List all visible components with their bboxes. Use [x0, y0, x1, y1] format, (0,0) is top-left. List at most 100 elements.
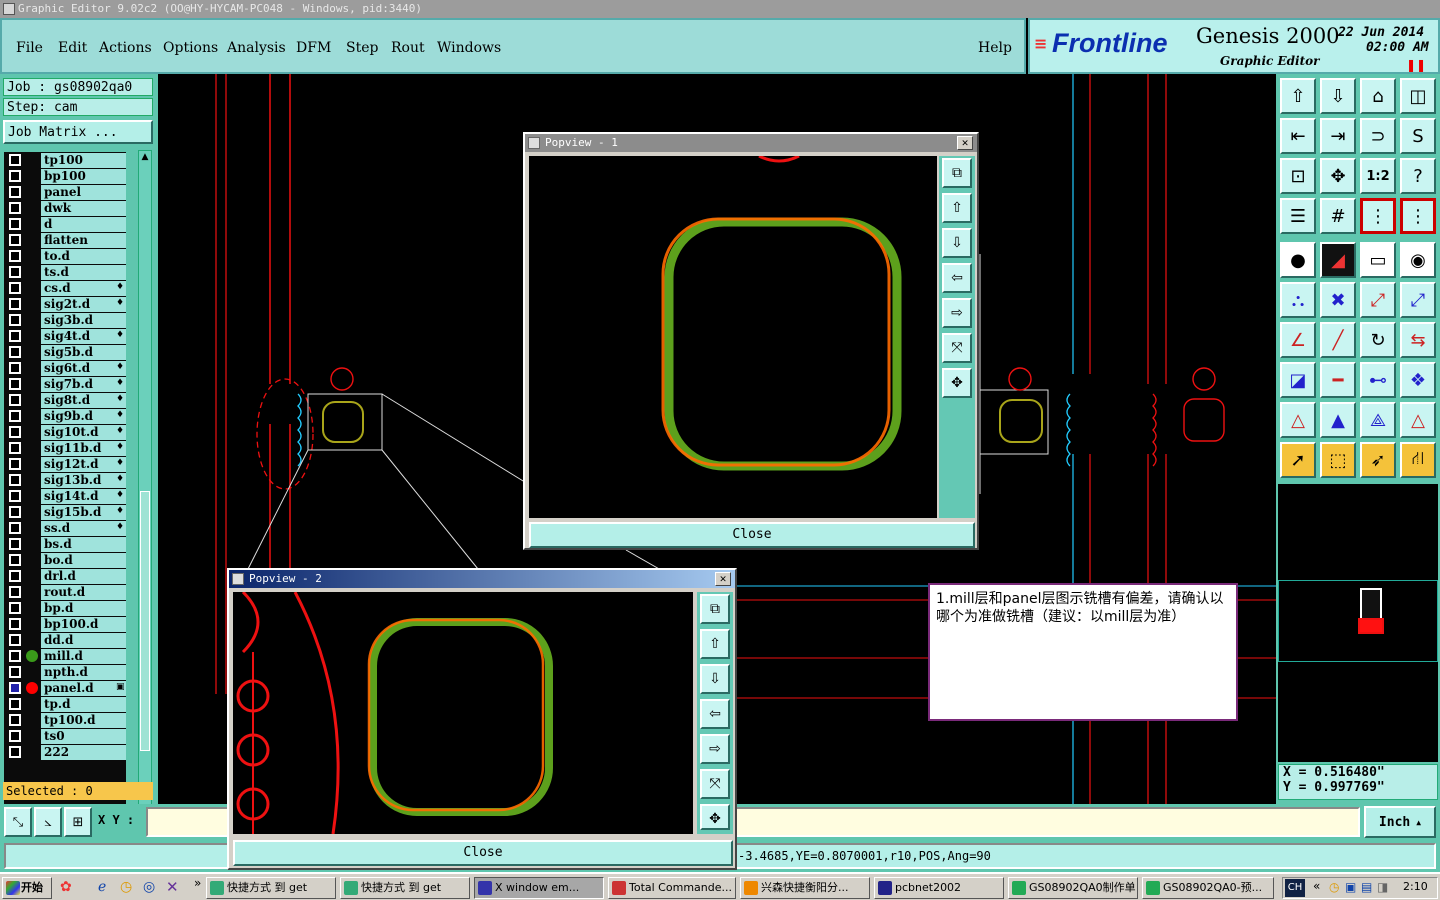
draw-line-icon[interactable]: ╱ [1320, 322, 1356, 358]
layer-checkbox[interactable] [9, 330, 21, 342]
layer-row[interactable]: sig5b.d [4, 344, 126, 360]
layer-row[interactable]: dwk [4, 200, 126, 216]
layer-row[interactable]: to.d [4, 248, 126, 264]
popview-2-close-icon[interactable]: ✕ [715, 572, 731, 586]
layer-checkbox[interactable] [9, 458, 21, 470]
layer-row[interactable]: ts0 [4, 728, 126, 744]
grid-icon[interactable]: # [1320, 198, 1356, 234]
layer-row[interactable]: npth.d [4, 664, 126, 680]
layer-checkbox[interactable] [9, 570, 21, 582]
layer-name[interactable]: panel.d [41, 681, 126, 696]
add-circle-icon[interactable]: ◉ [1400, 242, 1436, 278]
layer-name[interactable]: d [41, 217, 126, 232]
zoom-center-icon[interactable]: ✥ [1320, 158, 1356, 194]
layer-name[interactable]: sig14t.d [41, 489, 126, 504]
layer-scrollbar[interactable]: ▲ ▼ [138, 150, 152, 854]
taskbar-item[interactable]: Total Commande... [608, 877, 736, 899]
save-icon[interactable]: ⇩ [1320, 78, 1356, 114]
layer-row[interactable]: sig9b.d ♦ [4, 408, 126, 424]
triangle-c-icon[interactable]: ⟁ [1360, 402, 1396, 438]
triangle-a-icon[interactable]: △ [1280, 402, 1316, 438]
layer-name[interactable]: ts0 [41, 729, 126, 744]
layer-row[interactable]: panel.d ▣ [4, 680, 126, 696]
layer-checkbox[interactable] [9, 602, 21, 614]
taskbar-item[interactable]: GS08902QA0制作单 [1008, 877, 1138, 899]
more-quicklaunch-icon[interactable]: » [194, 876, 201, 890]
layer-row[interactable]: bp100 [4, 168, 126, 184]
browser-icon[interactable]: ◎ [143, 879, 155, 895]
layer-row[interactable]: bp.d [4, 600, 126, 616]
dimension-icon[interactable]: ⊷ [1360, 362, 1396, 398]
layer-row[interactable]: sig3b.d [4, 312, 126, 328]
layer-row[interactable]: dd.d [4, 632, 126, 648]
layer-row[interactable]: sig7b.d ♦ [4, 376, 126, 392]
snap-off-icon[interactable]: ⋮ [1400, 198, 1436, 234]
layer-checkbox[interactable] [9, 442, 21, 454]
select-arrow-icon[interactable]: ➚ [1280, 442, 1316, 478]
layer-name[interactable]: panel [41, 185, 126, 200]
layer-checkbox[interactable] [9, 410, 21, 422]
layer-row[interactable]: bp100.d [4, 616, 126, 632]
layer-name[interactable]: dd.d [41, 633, 126, 648]
menu-help[interactable]: Help [978, 40, 1012, 56]
layer-name[interactable]: sig11b.d [41, 441, 126, 456]
layer-name[interactable]: sig8t.d [41, 393, 126, 408]
taskbar-item[interactable]: pcbnet2002 [874, 877, 1004, 899]
menu-windows[interactable]: Windows [437, 40, 501, 56]
rotate-icon[interactable]: S [1400, 118, 1436, 154]
layer-checkbox[interactable] [9, 730, 21, 742]
pv2-fit-icon[interactable]: ⤧ [700, 769, 730, 799]
layer-checkbox[interactable] [9, 202, 21, 214]
layer-row[interactable]: bs.d [4, 536, 126, 552]
layer-row[interactable]: cs.d ♦ [4, 280, 126, 296]
pv2-center-icon[interactable]: ✥ [700, 804, 730, 830]
layer-checkbox[interactable] [9, 250, 21, 262]
open-step-icon[interactable]: ⇧ [1280, 78, 1316, 114]
layer-name[interactable]: sig6t.d [41, 361, 126, 376]
layer-name[interactable]: sig7b.d [41, 377, 126, 392]
layer-color-dot[interactable] [26, 682, 38, 694]
pause-icon[interactable]: ❚❚ [1406, 58, 1426, 72]
layer-checkbox[interactable] [9, 618, 21, 630]
popview-1-close-icon[interactable]: ✕ [957, 136, 973, 150]
layer-checkbox[interactable] [9, 714, 21, 726]
layer-checkbox[interactable] [9, 522, 21, 534]
pv2-copy-icon[interactable]: ⧉ [700, 594, 730, 624]
layer-row[interactable]: panel [4, 184, 126, 200]
layer-name[interactable]: tp.d [41, 697, 126, 712]
pv2-up-icon[interactable]: ⇧ [700, 629, 730, 659]
overview-map[interactable] [1278, 484, 1438, 762]
select-net-icon[interactable]: ⛙ [1400, 442, 1436, 478]
layer-color-dot[interactable] [26, 650, 38, 662]
layer-row[interactable]: d [4, 216, 126, 232]
popview-2-close-button[interactable]: Close [233, 840, 733, 866]
snap-on-icon[interactable]: ⋮ [1360, 198, 1396, 234]
layer-name[interactable]: bp100.d [41, 617, 126, 632]
layer-row[interactable]: drl.d [4, 568, 126, 584]
layer-row[interactable]: sig14t.d ♦ [4, 488, 126, 504]
layer-checkbox[interactable] [9, 746, 21, 758]
menu-options[interactable]: Options [163, 40, 218, 56]
layer-row[interactable]: sig10t.d ♦ [4, 424, 126, 440]
menu-dfm[interactable]: DFM [296, 40, 331, 56]
layer-checkbox[interactable] [9, 234, 21, 246]
mirror-icon[interactable]: ⊃ [1360, 118, 1396, 154]
layer-row[interactable]: sig4t.d ♦ [4, 328, 126, 344]
layer-name[interactable]: sig5b.d [41, 345, 126, 360]
home-icon[interactable]: ⌂ [1360, 78, 1396, 114]
x-launch-icon[interactable]: ✕ [166, 878, 179, 896]
popview-1-close-button[interactable]: Close [529, 522, 975, 548]
layer-name[interactable]: bp100 [41, 169, 126, 184]
pv-copy-icon[interactable]: ⧉ [942, 158, 972, 188]
fit-all-icon[interactable]: ⊡ [1280, 158, 1316, 194]
layer-name[interactable]: bp.d [41, 601, 126, 616]
layer-checkbox[interactable] [9, 634, 21, 646]
select-feature-icon[interactable]: ➶ [1360, 442, 1396, 478]
cross-icon[interactable]: ✖ [1320, 282, 1356, 318]
select-box-icon[interactable]: ⬚ [1320, 442, 1356, 478]
layer-name[interactable]: npth.d [41, 665, 126, 680]
add-pad-icon[interactable]: ● [1280, 242, 1316, 278]
grid-snap-icon[interactable]: ⊞ [64, 807, 92, 837]
layer-row[interactable]: ts.d [4, 264, 126, 280]
layer-checkbox[interactable] [9, 650, 21, 662]
